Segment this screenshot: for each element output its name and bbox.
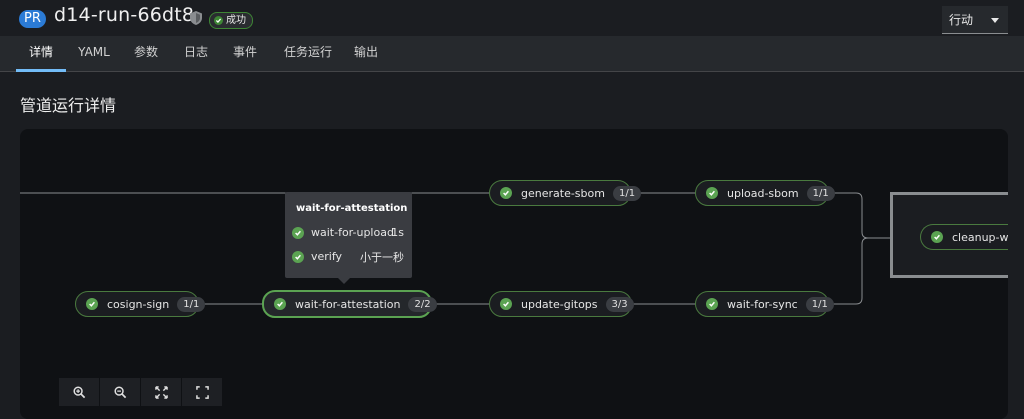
tooltip-step: wait-for-upload 1s	[292, 226, 404, 239]
check-circle-icon	[706, 298, 718, 310]
tab-logs[interactable]: 日志	[176, 36, 216, 71]
pipeline-topology-canvas[interactable]: cosign-sign 1/1 wait-for-attestation 2/2…	[20, 129, 1008, 419]
tab-task-runs[interactable]: 任务运行	[276, 36, 340, 71]
task-count-badge: 1/1	[806, 185, 835, 201]
task-node-upload-sbom[interactable]: upload-sbom 1/1	[695, 180, 835, 206]
fit-to-screen-button[interactable]	[141, 378, 181, 406]
tab-bar: 详情 YAML 参数 日志 事件 任务运行 输出	[0, 36, 1024, 72]
tooltip-step: verify 小于一秒	[292, 250, 404, 264]
expand-icon	[195, 385, 209, 399]
tab-yaml[interactable]: YAML	[72, 36, 116, 71]
zoom-in-button[interactable]	[59, 378, 99, 406]
check-circle-icon	[931, 231, 943, 243]
actions-label: 行动	[949, 13, 974, 27]
check-circle-icon	[500, 187, 512, 199]
expand-button[interactable]	[182, 378, 222, 406]
zoom-out-icon	[113, 385, 126, 398]
task-name: cleanup-wor	[952, 230, 1008, 244]
step-name: wait-for-upload	[311, 226, 394, 239]
status-label: 成功	[226, 15, 246, 26]
task-count-badge: 1/1	[805, 296, 834, 312]
task-count-badge: 2/2	[408, 296, 437, 312]
check-circle-icon	[274, 298, 286, 310]
task-name: wait-for-sync	[727, 297, 798, 311]
check-circle-icon	[706, 187, 718, 199]
task-name: cosign-sign	[107, 297, 170, 311]
fit-to-screen-icon	[154, 385, 168, 399]
check-circle-icon	[500, 298, 512, 310]
tab-details[interactable]: 详情	[16, 36, 66, 72]
task-name: update-gitops	[521, 297, 598, 311]
caret-down-icon	[991, 18, 999, 23]
task-node-generate-sbom[interactable]: generate-sbom 1/1	[489, 180, 642, 206]
status-badge: 成功	[209, 12, 253, 29]
task-node-cosign-sign[interactable]: cosign-sign 1/1	[75, 291, 206, 317]
task-name: upload-sbom	[727, 186, 799, 200]
shield-icon	[190, 11, 202, 25]
task-steps-tooltip: wait-for-attestation wait-for-upload 1s …	[285, 192, 412, 284]
pipeline-run-name: d14-run-66dt8	[54, 4, 195, 26]
topology-controls	[59, 378, 222, 406]
tooltip-title: wait-for-attestation	[296, 203, 408, 214]
task-count-badge: 3/3	[605, 296, 634, 312]
task-node-cleanup[interactable]: cleanup-wor	[920, 224, 1008, 250]
zoom-out-button[interactable]	[100, 378, 140, 406]
page-header: PR d14-run-66dt8 成功 行动	[0, 0, 1024, 36]
page-title: 管道运行详情	[20, 96, 117, 115]
tab-events[interactable]: 事件	[225, 36, 265, 71]
task-count-badge: 1/1	[177, 296, 206, 312]
task-name: generate-sbom	[521, 186, 605, 200]
edge-sync-cleanup	[829, 237, 869, 305]
tab-output[interactable]: 输出	[346, 36, 386, 71]
check-circle-icon	[292, 250, 304, 263]
check-circle-icon	[214, 16, 223, 25]
actions-dropdown[interactable]: 行动	[942, 6, 1008, 34]
task-count-badge: 1/1	[612, 185, 642, 201]
tab-parameters[interactable]: 参数	[126, 36, 166, 71]
resource-type-badge: PR	[19, 10, 46, 28]
task-node-wait-for-sync[interactable]: wait-for-sync 1/1	[695, 291, 834, 317]
task-node-wait-for-attestation[interactable]: wait-for-attestation 2/2	[262, 290, 437, 318]
check-circle-icon	[292, 226, 304, 239]
pipeline-edges	[20, 192, 920, 305]
step-duration: 1s	[391, 226, 404, 239]
task-node-update-gitops[interactable]: update-gitops 3/3	[489, 291, 634, 317]
zoom-in-icon	[72, 385, 85, 398]
step-duration: 小于一秒	[360, 250, 404, 264]
check-circle-icon	[86, 298, 98, 310]
step-name: verify	[311, 250, 343, 263]
task-name: wait-for-attestation	[295, 297, 401, 311]
